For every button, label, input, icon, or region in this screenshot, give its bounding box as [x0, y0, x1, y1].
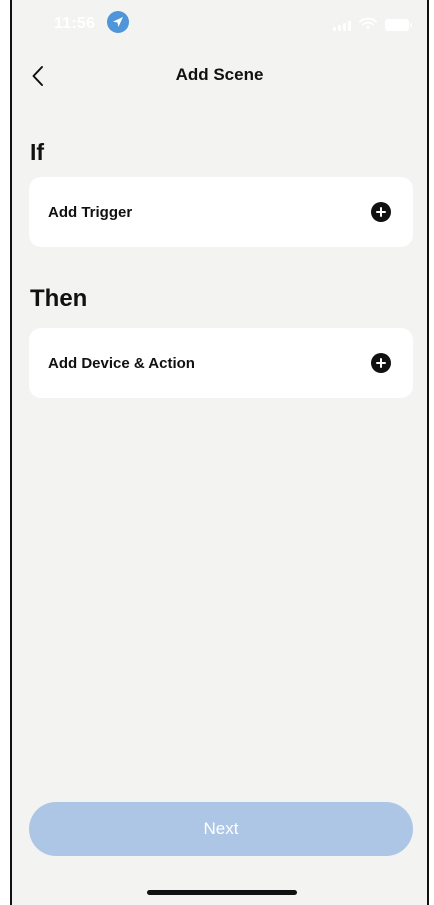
add-device-action-label: Add Device & Action	[48, 354, 195, 372]
plus-circle-icon	[371, 202, 391, 222]
add-trigger-label: Add Trigger	[48, 203, 133, 221]
home-indicator	[147, 890, 297, 895]
if-section-label: If	[30, 139, 45, 165]
status-time: 11:56	[54, 15, 96, 32]
add-device-action-card[interactable]: Add Device & Action	[29, 328, 413, 398]
page-title: Add Scene	[175, 65, 264, 84]
plus-circle-icon	[371, 353, 391, 373]
add-trigger-card[interactable]: Add Trigger	[29, 177, 413, 247]
status-indicators	[333, 16, 412, 34]
signal-icon	[333, 19, 351, 31]
location-arrow-icon	[107, 11, 129, 33]
battery-icon	[385, 19, 412, 31]
then-section-label: Then	[30, 285, 88, 312]
app-screen: 11:56 Add Scene If Add Trigger Then Add …	[10, 0, 429, 905]
next-button[interactable]: Next	[29, 802, 413, 856]
navigation-bar: Add Scene	[12, 56, 427, 94]
wifi-icon	[359, 16, 377, 34]
status-bar: 11:56	[12, 0, 427, 44]
